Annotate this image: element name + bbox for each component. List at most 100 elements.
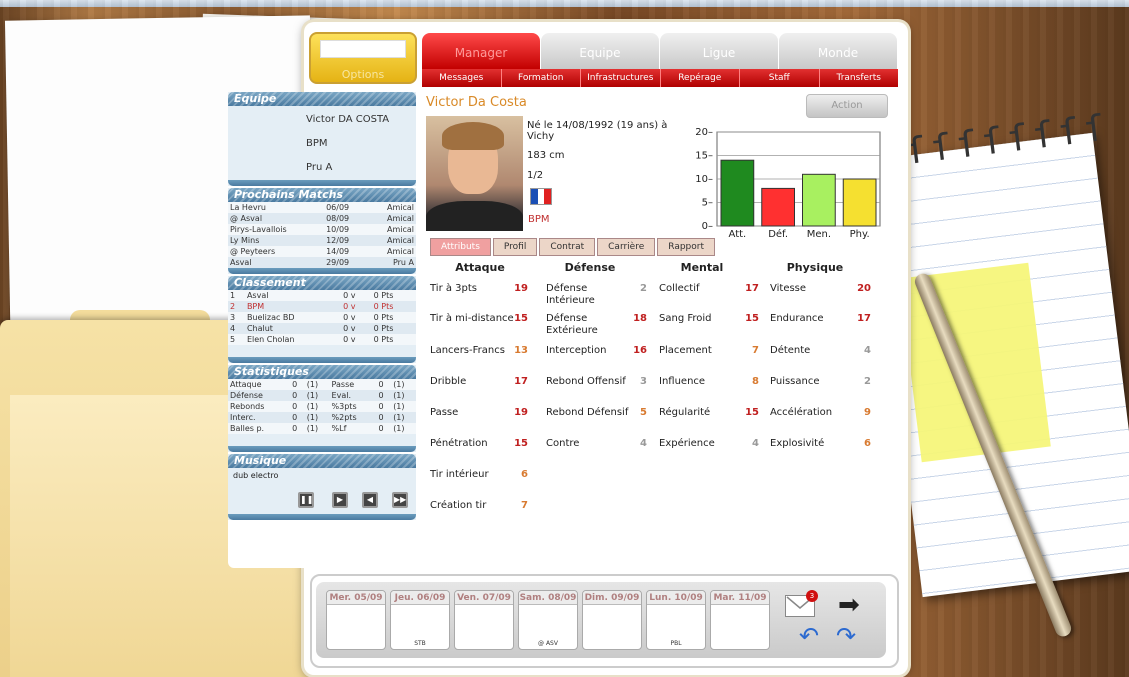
- table-row[interactable]: La Hevru 06/09 Amical: [228, 202, 416, 213]
- equipe-league: Pru A: [306, 162, 333, 173]
- attribute-value: 15: [745, 407, 759, 418]
- table-row[interactable]: 2 BPM 0 v0 Pts: [228, 301, 416, 312]
- table-row[interactable]: Ly Mins 12/09 Amical: [228, 235, 416, 246]
- subtab-reperage[interactable]: Repérage: [661, 69, 740, 87]
- attribute-value: 5: [640, 407, 647, 418]
- stats-table: Attaque 0 (1) Passe 0 (1) Défense 0 (1) Eval. 0 (1…: [228, 379, 416, 446]
- x-tick-label: Phy.: [850, 229, 870, 239]
- attribute-value: 17: [857, 313, 871, 324]
- attribute-value: 6: [864, 438, 871, 449]
- redo-icon[interactable]: ↷: [836, 624, 856, 648]
- classement-table: 1 Asval 0 v0 Pts 2 BPM 0 v0 Pts 3 Buelizac BD…: [228, 290, 416, 357]
- attribute-value: 7: [752, 345, 759, 356]
- matchs-panel: Prochains Matchs La Hevru 06/09 Amical @ A…: [228, 188, 416, 274]
- table-row[interactable]: @ Asval 08/09 Amical: [228, 213, 416, 224]
- bar: [842, 178, 877, 227]
- table-row: Balles p. 0 (1) %Lf 0 (1): [228, 423, 416, 434]
- attribute-value: 16: [633, 345, 647, 356]
- bar: [802, 173, 836, 227]
- attribute-value: 6: [521, 469, 528, 480]
- attribute-name: Rebond Défensif: [546, 407, 629, 418]
- table-row: Défense 0 (1) Eval. 0 (1): [228, 390, 416, 401]
- attribute-value: 17: [745, 283, 759, 294]
- attribute-value: 2: [640, 283, 647, 294]
- calendar-day-label: Lun. 10/09: [647, 591, 705, 605]
- y-tick-label: 15–: [695, 151, 713, 162]
- table-row[interactable]: 3 Buelizac BD 0 v0 Pts: [228, 312, 416, 323]
- tab-attributs[interactable]: Attributs: [430, 238, 491, 256]
- tab-carriere[interactable]: Carrière: [597, 238, 656, 256]
- options-button[interactable]: Options: [309, 32, 417, 84]
- attribute-value: 4: [752, 438, 759, 449]
- subtab-transferts[interactable]: Transferts: [820, 69, 899, 87]
- play-icon[interactable]: ▶: [332, 492, 348, 508]
- attribute-value: 7: [521, 500, 528, 511]
- calendar-day[interactable]: Mer. 05/09: [326, 590, 386, 650]
- attribute-name: Tir à 3pts: [430, 283, 478, 294]
- matchs-table: La Hevru 06/09 Amical @ Asval 08/09 Amical P…: [228, 202, 416, 268]
- calendar-day[interactable]: Ven. 07/09: [454, 590, 514, 650]
- table-row[interactable]: 4 Chalut 0 v0 Pts: [228, 323, 416, 334]
- table-row[interactable]: Pirys-Lavallois 10/09 Amical: [228, 224, 416, 235]
- subtab-staff[interactable]: Staff: [740, 69, 820, 87]
- sub-tabs: Messages Formation Infrastructures Repér…: [422, 69, 898, 87]
- tab-manager[interactable]: Manager: [422, 33, 540, 69]
- equipe-manager: Victor DA COSTA: [306, 114, 390, 125]
- attribute-value: 4: [640, 438, 647, 449]
- y-tick-label: 10–: [695, 174, 713, 185]
- player-height: 183 cm: [527, 150, 565, 161]
- subtab-infrastructures[interactable]: Infrastructures: [581, 69, 661, 87]
- bar: [720, 159, 755, 227]
- y-tick-label: 0–: [702, 221, 713, 232]
- table-row[interactable]: 1 Asval 0 v0 Pts: [228, 290, 416, 301]
- x-tick-label: Men.: [807, 229, 831, 239]
- calendar-day[interactable]: Mar. 11/09: [710, 590, 770, 650]
- header-physique: Physique: [786, 261, 844, 274]
- next-day-arrow-icon[interactable]: ➡: [838, 592, 860, 618]
- attribute-name: Détente: [770, 345, 811, 356]
- attribute-name: Collectif: [659, 283, 700, 294]
- tab-contrat[interactable]: Contrat: [539, 238, 596, 256]
- previous-icon[interactable]: ◀: [362, 492, 378, 508]
- attribute-value: 15: [745, 313, 759, 324]
- subtab-formation[interactable]: Formation: [502, 69, 581, 87]
- undo-icon[interactable]: ↶: [799, 624, 819, 648]
- subtab-messages[interactable]: Messages: [422, 69, 502, 87]
- attribute-value: 18: [633, 313, 647, 324]
- attribute-value: 13: [514, 345, 528, 356]
- attribute-name: Rebond Offensif: [546, 376, 626, 387]
- tab-profil[interactable]: Profil: [492, 238, 538, 256]
- action-button[interactable]: Action: [806, 94, 888, 118]
- attribute-name: Puissance: [770, 376, 820, 387]
- attribute-value: 9: [864, 407, 871, 418]
- attribute-name: Tir intérieur: [430, 469, 489, 480]
- calendar-day[interactable]: Lun. 10/09 PBL: [646, 590, 706, 650]
- sidebar: Equipe Victor DA COSTA BPM Pru A Prochai…: [228, 92, 416, 568]
- matchs-panel-title: Prochains Matchs: [228, 188, 416, 202]
- calendar-day[interactable]: Dim. 09/09: [582, 590, 642, 650]
- table-row[interactable]: Asval 29/09 Pru A: [228, 257, 416, 268]
- tab-monde[interactable]: Monde: [779, 33, 897, 69]
- attribute-value: 20: [857, 283, 871, 294]
- next-icon[interactable]: ▶▶: [392, 492, 408, 508]
- pause-icon[interactable]: ❚❚: [298, 492, 314, 508]
- table-row[interactable]: 5 Elen Cholan 0 v0 Pts: [228, 334, 416, 345]
- tab-equipe[interactable]: Equipe: [541, 33, 659, 69]
- attribute-value: 15: [514, 438, 528, 449]
- calendar-day[interactable]: Jeu. 06/09 STB: [390, 590, 450, 650]
- tab-rapport[interactable]: Rapport: [657, 238, 715, 256]
- attribute-name: Vitesse: [770, 283, 807, 294]
- calendar-event: @ ASV: [538, 640, 558, 647]
- attribute-name: Placement: [659, 345, 712, 356]
- calendar-event: PBL: [670, 640, 682, 647]
- calendar-day[interactable]: Sam. 08/09 @ ASV: [518, 590, 578, 650]
- attribute-name: Passe: [430, 407, 459, 418]
- tab-ligue[interactable]: Ligue: [660, 33, 778, 69]
- attribute-value: 3: [640, 376, 647, 387]
- attribute-value: 19: [514, 283, 528, 294]
- header-defense: Défense: [564, 261, 616, 274]
- attribute-name: Interception: [546, 345, 607, 356]
- table-row[interactable]: @ Peyteers 14/09 Amical: [228, 246, 416, 257]
- header-attaque: Attaque: [455, 261, 505, 274]
- musique-panel-title: Musique: [228, 454, 416, 468]
